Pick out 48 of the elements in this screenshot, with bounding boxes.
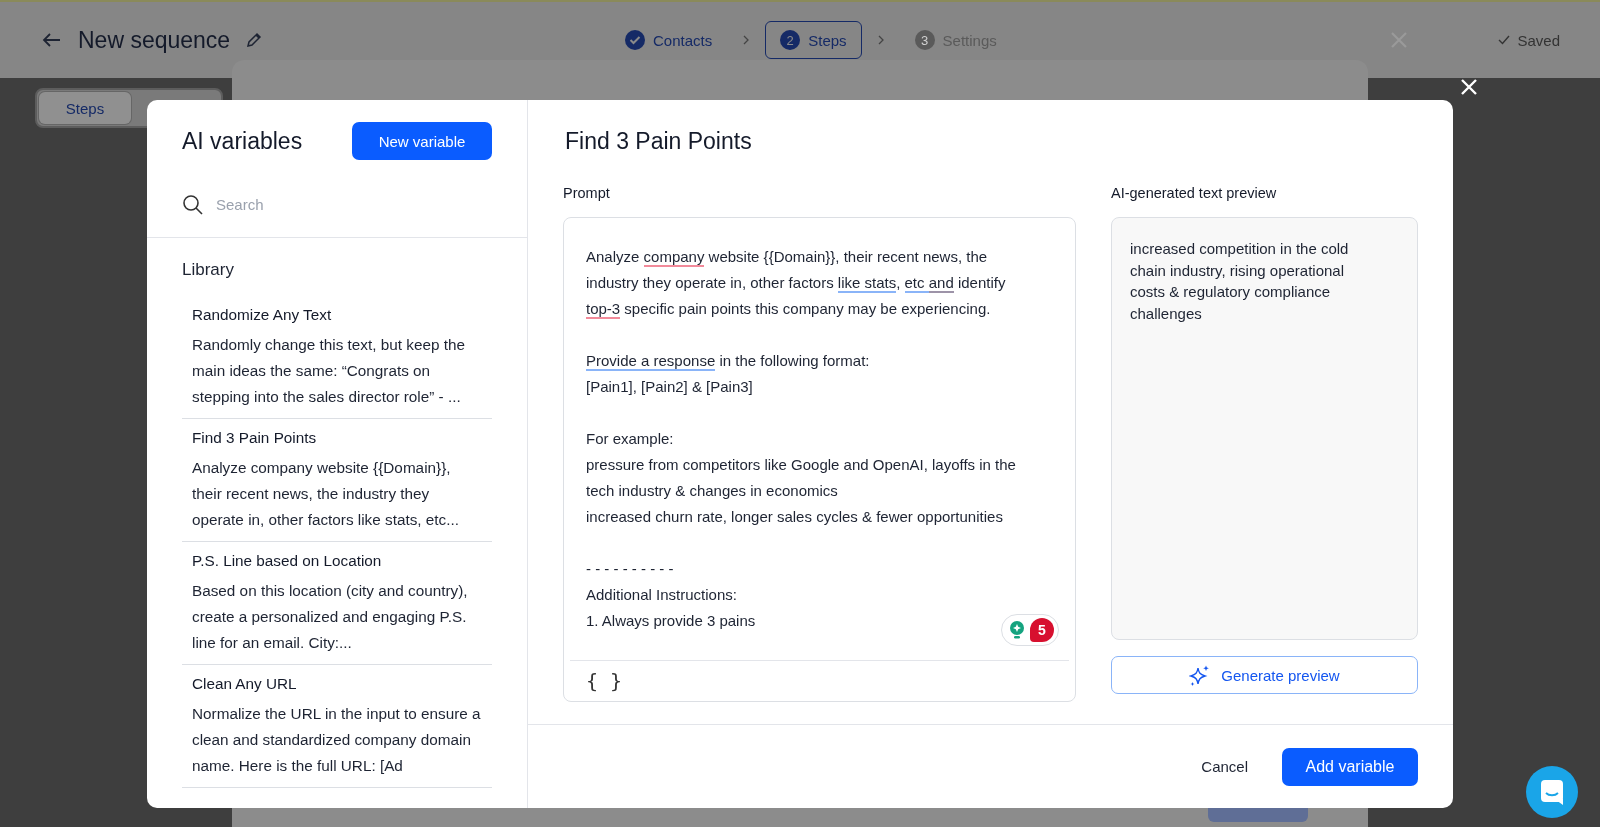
save-status: Saved bbox=[1517, 31, 1560, 49]
issue-count: 5 bbox=[1030, 618, 1054, 642]
item-description: Analyze company website {{Domain}}, their recent news, the industry they operate in, other factors like stats, etc... bbox=[192, 458, 460, 530]
prompt-line: For example: bbox=[586, 429, 674, 449]
check-icon bbox=[1498, 35, 1511, 45]
item-title: Randomize Any Text bbox=[192, 306, 333, 324]
preview-text: increased competition in the cold chain industry, rising operational costs & regulatory compliance challenges bbox=[1130, 239, 1350, 324]
cancel-button[interactable]: Cancel bbox=[1183, 748, 1266, 785]
lightbulb-icon bbox=[1008, 620, 1026, 640]
step-tab[interactable]: 2 Steps bbox=[765, 21, 862, 59]
library-item[interactable]: Find 3 Pain Points Analyze company website {{Domain}}, their recent news, the industry they operate in, other factors like stats, etc... bbox=[182, 419, 492, 542]
generate-preview-button[interactable]: Generate preview bbox=[1111, 656, 1418, 694]
prompt-line: industry they operate in, other factors like stats, etc and identify bbox=[586, 273, 1006, 295]
tab[interactable]: Steps bbox=[39, 92, 131, 124]
check-circle-icon bbox=[625, 30, 645, 50]
prompt-line: Additional Instructions: bbox=[586, 585, 737, 605]
prompt-line: Analyze company website {{Domain}}, their recent news, the bbox=[586, 247, 988, 269]
field-label: AI-generated text preview bbox=[1111, 185, 1278, 201]
prompt-line: - - - - - - - - - - bbox=[586, 559, 674, 579]
item-description: Randomly change this text, but keep the main ideas the same: “Congrats on stepping into the sales director role” - ... bbox=[192, 335, 466, 407]
library-item[interactable]: P.S. Line based on Location Based on this location (city and country), create a personalized and engaging P.S. line for an email. City:... bbox=[182, 542, 492, 665]
item-title: P.S. Line based on Location bbox=[192, 552, 383, 570]
prompt-line: top-3 specific pain points this company may be experiencing. bbox=[586, 299, 991, 321]
section-heading: Library bbox=[182, 260, 235, 280]
editor-title: Find 3 Pain Points bbox=[564, 127, 753, 155]
prompt-line: Provide a response in the following format: bbox=[586, 351, 870, 373]
prompt-line: 1. Always provide 3 pains bbox=[586, 611, 756, 631]
prompt-line: increased churn rate, longer sales cycles & fewer opportunities bbox=[586, 507, 1003, 527]
library-item[interactable]: Randomize Any Text Randomly change this text, but keep the main ideas the same: “Congrats on stepping into the sales director role” - ... bbox=[182, 296, 492, 419]
search-icon bbox=[182, 193, 204, 216]
chat-bubble-icon[interactable] bbox=[1526, 766, 1578, 818]
library-item[interactable]: Clean Any URL Normalize the URL in the input to ensure a clean and standardized company domain name. Here is the full URL: [Ad bbox=[182, 665, 492, 788]
grammar-badge[interactable]: 5 bbox=[1001, 614, 1059, 646]
item-title: Clean Any URL bbox=[192, 675, 298, 693]
prompt-line: pressure from competitors like Google and OpenAI, layoffs in the bbox=[586, 455, 1016, 475]
step-tab[interactable]: Contacts bbox=[610, 21, 728, 59]
item-description: Normalize the URL in the input to ensure a clean and standardized company domain name. Here is the full URL: [Ad bbox=[192, 704, 482, 776]
prompt-field[interactable] bbox=[563, 217, 1076, 702]
add-variable-button[interactable]: Add variable bbox=[1282, 747, 1418, 786]
prompt-line: tech industry & changes in economics bbox=[586, 481, 838, 501]
new-variable-button[interactable]: New variable bbox=[352, 122, 492, 160]
field-label: Prompt bbox=[563, 185, 611, 201]
item-title: Find 3 Pain Points bbox=[192, 429, 318, 447]
sequence-title: New sequence bbox=[78, 26, 231, 54]
insert-variable-button[interactable]: { } bbox=[586, 669, 623, 693]
prompt-line: [Pain1], [Pain2] & [Pain3] bbox=[586, 377, 753, 397]
item-description: Based on this location (city and country), create a personalized and engaging P.S. line for an email. City:... bbox=[192, 581, 469, 653]
panel-title: AI variables bbox=[182, 127, 303, 155]
